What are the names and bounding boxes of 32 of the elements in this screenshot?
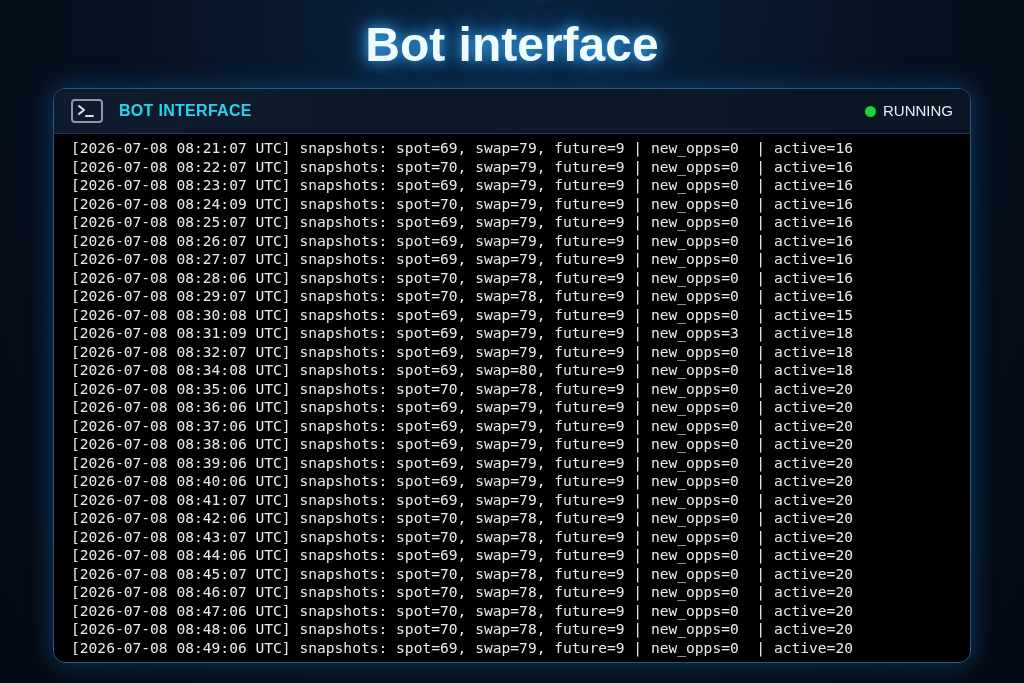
page-heading: Bot interface	[365, 17, 659, 73]
log-line: [2026-07-08 08:45:07 UTC] snapshots: spot=70, swap=78, future=9 | new_opps=0 | active=20	[71, 564, 853, 583]
panel-title: BOT INTERFACE	[119, 101, 252, 121]
log-line: [2026-07-08 08:27:07 UTC] snapshots: spot=69, swap=79, future=9 | new_opps=0 | active=16	[71, 250, 853, 269]
log-line: [2026-07-08 08:35:06 UTC] snapshots: spot=70, swap=78, future=9 | new_opps=0 | active=20	[71, 379, 853, 398]
terminal-icon	[71, 99, 103, 123]
log-line: [2026-07-08 08:32:07 UTC] snapshots: spot=69, swap=79, future=9 | new_opps=0 | active=18	[71, 342, 853, 361]
log-line: [2026-07-08 08:42:06 UTC] snapshots: spot=70, swap=78, future=9 | new_opps=0 | active=20	[71, 509, 853, 528]
log-line: [2026-07-08 08:37:06 UTC] snapshots: spot=69, swap=79, future=9 | new_opps=0 | active=20	[71, 416, 853, 435]
log-line: [2026-07-08 08:24:09 UTC] snapshots: spot=70, swap=79, future=9 | new_opps=0 | active=16	[71, 194, 853, 213]
log-line: [2026-07-08 08:44:06 UTC] snapshots: spot=69, swap=79, future=9 | new_opps=0 | active=20	[71, 546, 853, 565]
log-line: [2026-07-08 08:29:07 UTC] snapshots: spot=70, swap=78, future=9 | new_opps=0 | active=16	[71, 287, 853, 306]
log-line: [2026-07-08 08:36:06 UTC] snapshots: spot=69, swap=79, future=9 | new_opps=0 | active=20	[71, 398, 853, 417]
log-line: [2026-07-08 08:25:07 UTC] snapshots: spot=69, swap=79, future=9 | new_opps=0 | active=16	[71, 213, 853, 232]
log-line: [2026-07-08 08:39:06 UTC] snapshots: spot=69, swap=79, future=9 | new_opps=0 | active=20	[71, 453, 853, 472]
log-line: [2026-07-08 08:47:06 UTC] snapshots: spot=70, swap=78, future=9 | new_opps=0 | active=20	[71, 601, 853, 620]
log-line: [2026-07-08 08:46:07 UTC] snapshots: spot=70, swap=78, future=9 | new_opps=0 | active=20	[71, 583, 853, 602]
log-line: [2026-07-08 08:31:09 UTC] snapshots: spot=69, swap=79, future=9 | new_opps=3 | active=18	[71, 324, 853, 343]
log-line: [2026-07-08 08:26:07 UTC] snapshots: spot=69, swap=79, future=9 | new_opps=0 | active=16	[71, 231, 853, 250]
log-line: [2026-07-08 08:30:08 UTC] snapshots: spot=69, swap=79, future=9 | new_opps=0 | active=15	[71, 305, 853, 324]
log-line: [2026-07-08 08:22:07 UTC] snapshots: spot=70, swap=79, future=9 | new_opps=0 | active=16	[71, 157, 853, 176]
log-line: [2026-07-08 08:38:06 UTC] snapshots: spot=69, swap=79, future=9 | new_opps=0 | active=20	[71, 435, 853, 454]
log-line: [2026-07-08 08:48:06 UTC] snapshots: spot=70, swap=78, future=9 | new_opps=0 | active=20	[71, 620, 853, 639]
log-line: [2026-07-08 08:40:06 UTC] snapshots: spot=69, swap=79, future=9 | new_opps=0 | active=20	[71, 472, 853, 491]
status-label: RUNNING	[883, 100, 953, 121]
log-line: [2026-07-08 08:21:07 UTC] snapshots: spot=69, swap=79, future=9 | new_opps=0 | active=16	[71, 139, 853, 158]
log-line: [2026-07-08 08:34:08 UTC] snapshots: spot=69, swap=80, future=9 | new_opps=0 | active=18	[71, 361, 853, 380]
log-line: [2026-07-08 08:28:06 UTC] snapshots: spot=70, swap=78, future=9 | new_opps=0 | active=16	[71, 268, 853, 287]
log-line: [2026-07-08 08:43:07 UTC] snapshots: spot=70, swap=78, future=9 | new_opps=0 | active=20	[71, 527, 853, 546]
log-line: [2026-07-08 08:23:07 UTC] snapshots: spot=69, swap=79, future=9 | new_opps=0 | active=16	[71, 176, 853, 195]
log-line: [2026-07-08 08:41:07 UTC] snapshots: spot=69, swap=79, future=9 | new_opps=0 | active=20	[71, 490, 853, 509]
log-line: [2026-07-08 08:49:06 UTC] snapshots: spot=69, swap=79, future=9 | new_opps=0 | active=20	[71, 638, 853, 657]
